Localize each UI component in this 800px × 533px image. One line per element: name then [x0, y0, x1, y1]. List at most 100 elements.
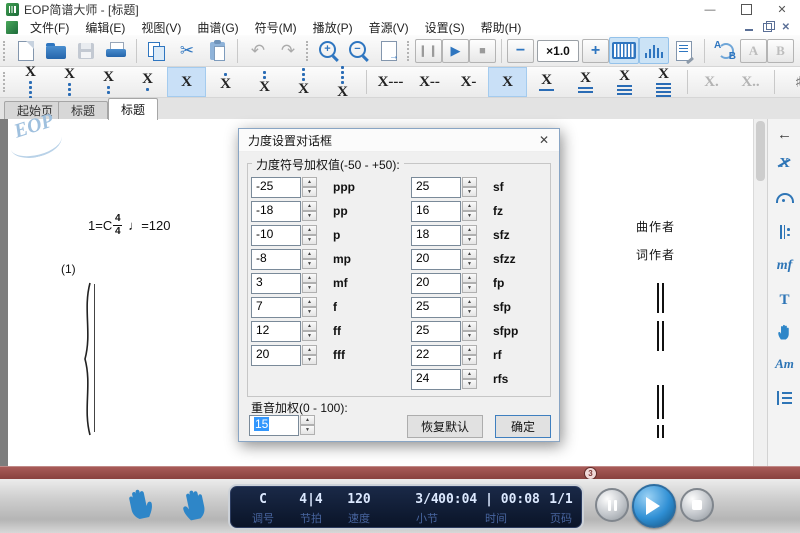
left-hand-button[interactable]: [117, 483, 160, 526]
tab-title-2-active[interactable]: 标题: [108, 98, 158, 120]
dynamics-rf-down-button[interactable]: ▼: [462, 355, 477, 365]
text-tool-button[interactable]: T: [768, 287, 800, 313]
repeat-barline-button[interactable]: [768, 219, 800, 245]
octave-up-2-button[interactable]: X: [245, 67, 284, 97]
maximize-icon[interactable]: [728, 0, 764, 19]
dynamics-fff-up-button[interactable]: ▲: [302, 345, 317, 355]
toolbar-grip[interactable]: [306, 41, 309, 61]
note-dotted-half-button[interactable]: X--: [410, 67, 449, 97]
save-button[interactable]: [71, 37, 101, 64]
horizontal-scrollbar[interactable]: [0, 466, 800, 480]
copy-button[interactable]: [142, 37, 172, 64]
octave-up-4-button[interactable]: X: [323, 67, 362, 97]
vertical-scrollbar[interactable]: [753, 119, 768, 466]
dynamics-p-value-input[interactable]: -10: [251, 225, 301, 246]
dynamics-rfs-down-button[interactable]: ▼: [462, 379, 477, 389]
dynamics-mf-value-input[interactable]: 3: [251, 273, 301, 294]
dynamics-sfp-up-button[interactable]: ▲: [462, 297, 477, 307]
dynamics-pp-up-button[interactable]: ▲: [302, 201, 317, 211]
note-sixty-fourth-button[interactable]: X: [644, 67, 683, 97]
chord-tool-button[interactable]: Am: [768, 351, 800, 377]
dynamics-sfzz-up-button[interactable]: ▲: [462, 249, 477, 259]
dynamics-sfz-up-button[interactable]: ▲: [462, 225, 477, 235]
loop-point-b-button[interactable]: B: [767, 39, 794, 63]
note-thirty-second-button[interactable]: X: [605, 67, 644, 97]
dynamics-fz-down-button[interactable]: ▼: [462, 211, 477, 221]
accent-weight-down-button[interactable]: ▼: [300, 425, 315, 435]
dynamics-rfs-up-button[interactable]: ▲: [462, 369, 477, 379]
speed-increase-button[interactable]: +: [582, 39, 609, 63]
dynamics-fz-up-button[interactable]: ▲: [462, 201, 477, 211]
cut-button[interactable]: ✂: [172, 37, 202, 64]
toolbar-grip[interactable]: [3, 72, 6, 92]
mdi-restore-icon[interactable]: [763, 23, 772, 32]
toolbar-grip[interactable]: [407, 41, 410, 61]
dynamics-fff-down-button[interactable]: ▼: [302, 355, 317, 365]
octave-down-2-button[interactable]: X: [89, 67, 128, 97]
stop-playback-button[interactable]: [680, 488, 714, 522]
dynamics-sfzz-value-input[interactable]: 20: [411, 249, 461, 270]
accent-weight-value-input[interactable]: 15: [249, 415, 299, 436]
dynamics-pp-down-button[interactable]: ▼: [302, 211, 317, 221]
octave-up-1-button[interactable]: X: [206, 67, 245, 97]
pause-button[interactable]: ❙❙: [415, 39, 442, 63]
menu-view[interactable]: 视图(V): [133, 19, 189, 36]
octave-up-3-button[interactable]: X: [284, 67, 323, 97]
dynamics-f-value-input[interactable]: 7: [251, 297, 301, 318]
dynamics-rf-up-button[interactable]: ▲: [462, 345, 477, 355]
octave-down-4-button[interactable]: X: [11, 67, 50, 97]
collapse-panel-button[interactable]: ←: [768, 121, 800, 147]
minimize-icon[interactable]: —: [692, 0, 728, 19]
dynamics-sf-value-input[interactable]: 25: [411, 177, 461, 198]
menu-settings[interactable]: 设置(S): [417, 19, 473, 36]
tab-title-1[interactable]: 标题: [58, 101, 108, 119]
line-spacing-button[interactable]: [768, 385, 800, 411]
octave-down-3-button[interactable]: X: [50, 67, 89, 97]
dynamics-fp-down-button[interactable]: ▼: [462, 283, 477, 293]
open-file-button[interactable]: [41, 37, 71, 64]
dialog-title-bar[interactable]: 力度设置对话框 ✕: [239, 129, 559, 152]
sharp-button[interactable]: ♯: [779, 67, 800, 97]
close-icon[interactable]: ✕: [764, 0, 800, 19]
dynamics-ff-value-input[interactable]: 12: [251, 321, 301, 342]
menu-sound[interactable]: 音源(V): [361, 19, 417, 36]
note-dotted-button[interactable]: X.: [692, 67, 731, 97]
pause-playback-button[interactable]: [595, 488, 629, 522]
dynamics-ff-down-button[interactable]: ▼: [302, 331, 317, 341]
dynamics-sfp-value-input[interactable]: 25: [411, 297, 461, 318]
print-button[interactable]: [101, 37, 131, 64]
undo-button[interactable]: ↶: [243, 37, 273, 64]
dynamics-fp-value-input[interactable]: 20: [411, 273, 461, 294]
dynamics-sf-up-button[interactable]: ▲: [462, 177, 477, 187]
dynamics-button[interactable]: mf: [768, 253, 800, 279]
dynamics-fz-value-input[interactable]: 16: [411, 201, 461, 222]
ok-button[interactable]: 确定: [495, 415, 551, 438]
right-hand-button[interactable]: [175, 483, 218, 526]
dialog-close-icon[interactable]: ✕: [529, 133, 559, 147]
dynamics-mf-down-button[interactable]: ▼: [302, 283, 317, 293]
zoom-in-button[interactable]: +: [314, 37, 344, 64]
note-double-dotted-button[interactable]: X..: [731, 67, 770, 97]
note-quarter-button[interactable]: X: [488, 67, 527, 97]
dynamics-rfs-value-input[interactable]: 24: [411, 369, 461, 390]
dynamics-sfpp-up-button[interactable]: ▲: [462, 321, 477, 331]
score-follow-button[interactable]: [669, 37, 699, 64]
fermata-button[interactable]: [768, 185, 800, 211]
octave-down-1-button[interactable]: X: [128, 67, 167, 97]
dynamics-fff-value-input[interactable]: 20: [251, 345, 301, 366]
hand-tool-button[interactable]: [768, 319, 800, 345]
dynamics-pp-value-input[interactable]: -18: [251, 201, 301, 222]
accent-weight-up-button[interactable]: ▲: [300, 415, 315, 425]
loop-point-a-button[interactable]: A: [740, 39, 767, 63]
dynamics-sfz-down-button[interactable]: ▼: [462, 235, 477, 245]
dynamics-mf-up-button[interactable]: ▲: [302, 273, 317, 283]
lyricist-placeholder[interactable]: 词作者: [636, 246, 675, 263]
note-half-button[interactable]: X-: [449, 67, 488, 97]
menu-symbol[interactable]: 符号(M): [247, 19, 305, 36]
dynamics-mp-up-button[interactable]: ▲: [302, 249, 317, 259]
speed-decrease-button[interactable]: −: [507, 39, 534, 63]
dynamics-sfp-down-button[interactable]: ▼: [462, 307, 477, 317]
grace-note-button[interactable]: X: [768, 151, 800, 177]
new-file-button[interactable]: [11, 37, 41, 64]
dynamics-sfpp-down-button[interactable]: ▼: [462, 331, 477, 341]
